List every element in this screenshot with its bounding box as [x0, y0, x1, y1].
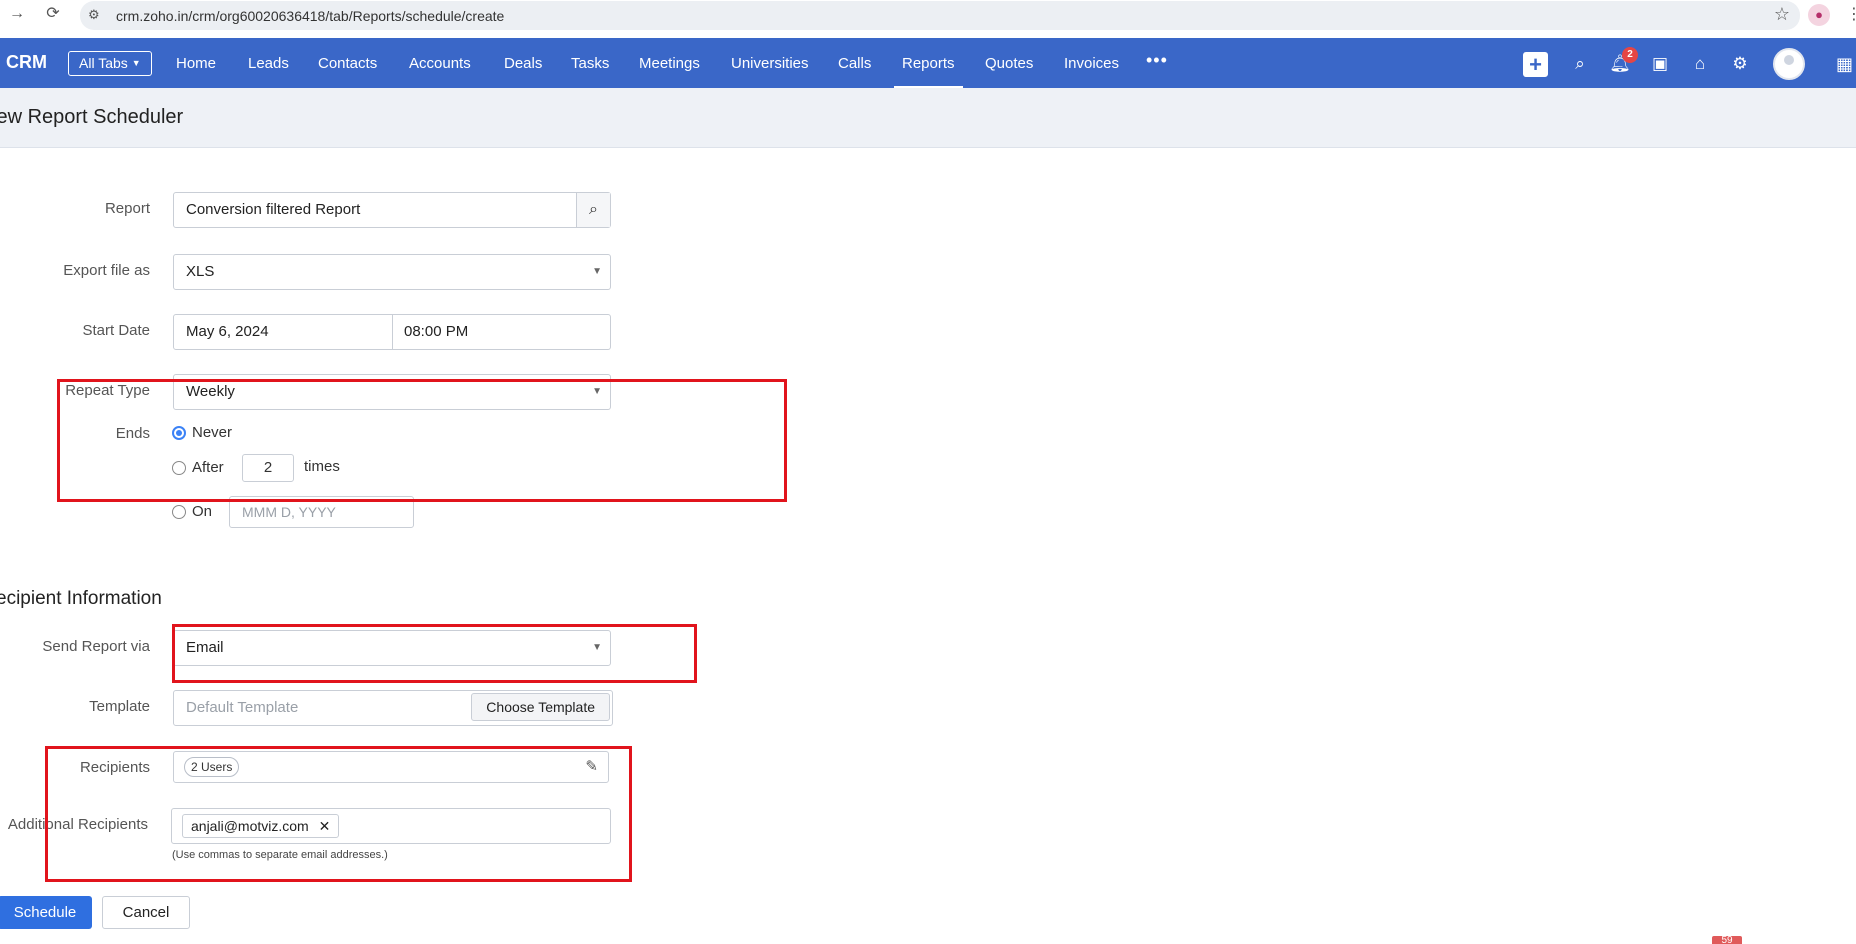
avatar[interactable]	[1773, 48, 1805, 80]
page-title: lew Report Scheduler	[0, 106, 184, 128]
start-date-label: Start Date	[82, 322, 150, 339]
highlight-box-recipients	[45, 746, 632, 882]
tab-meetings[interactable]: Meetings	[639, 55, 700, 72]
marketplace-icon[interactable]: ⌂	[1689, 53, 1711, 75]
profile-icon[interactable]: ●	[1808, 4, 1830, 26]
export-label: Export file as	[63, 262, 150, 279]
tab-deals[interactable]: Deals	[504, 55, 542, 72]
export-format-select[interactable]: XLS ▼	[173, 254, 611, 290]
report-label: Report	[104, 200, 150, 217]
address-bar[interactable]: ⚙ crm.zoho.in/crm/org60020636418/tab/Rep…	[80, 1, 1800, 30]
tab-home[interactable]: Home	[176, 55, 216, 72]
tab-quotes[interactable]: Quotes	[985, 55, 1033, 72]
menu-icon[interactable]: ⋮	[1846, 4, 1856, 24]
apps-grid-icon[interactable]: ▦	[1836, 54, 1853, 75]
brand-logo[interactable]: CRM	[6, 52, 47, 73]
choose-template-button[interactable]: Choose Template	[471, 693, 610, 721]
start-date-field: May 6, 2024 08:00 PM	[173, 314, 611, 350]
highlight-box-send-via	[172, 624, 697, 683]
tab-reports[interactable]: Reports	[894, 55, 962, 89]
report-field[interactable]: Conversion filtered Report ⌕	[173, 192, 611, 228]
ends-on-label[interactable]: On	[192, 503, 212, 520]
tab-universities[interactable]: Universities	[731, 55, 809, 72]
schedule-button[interactable]: Schedule	[0, 896, 92, 929]
browser-toolbar: → ⟳ ⚙ crm.zoho.in/crm/org60020636418/tab…	[0, 0, 1856, 30]
template-placeholder: Default Template	[186, 699, 299, 716]
tab-accounts[interactable]: Accounts	[409, 55, 471, 72]
top-navbar: CRM All Tabs ▼ Home Leads Contacts Accoun…	[0, 38, 1856, 89]
field-divider	[392, 315, 393, 349]
start-date-value[interactable]: May 6, 2024	[186, 323, 269, 340]
forward-icon[interactable]: →	[6, 3, 28, 25]
create-plus-icon[interactable]: +	[1523, 52, 1548, 77]
template-field[interactable]: Default Template Choose Template	[173, 690, 613, 726]
template-label: Template	[89, 698, 150, 715]
send-via-label: Send Report via	[42, 638, 150, 655]
tab-tasks[interactable]: Tasks	[571, 55, 609, 72]
search-icon[interactable]: ⌕	[1569, 53, 1591, 75]
ends-on-radio[interactable]	[172, 505, 186, 519]
gear-icon[interactable]: ⚙	[1729, 53, 1751, 75]
calendar-icon[interactable]: ▣	[1649, 53, 1671, 75]
cancel-button[interactable]: Cancel	[102, 896, 190, 929]
report-value: Conversion filtered Report	[186, 201, 361, 218]
more-tabs-icon[interactable]: •••	[1146, 50, 1168, 71]
all-tabs-button[interactable]: All Tabs ▼	[68, 51, 152, 76]
corner-notification-badge[interactable]: 59	[1712, 936, 1742, 944]
url-text[interactable]: crm.zoho.in/crm/org60020636418/tab/Repor…	[116, 8, 504, 24]
caret-down-icon: ▼	[131, 58, 141, 68]
highlight-box-repeat	[57, 379, 787, 502]
tab-invoices[interactable]: Invoices	[1064, 55, 1119, 72]
caret-down-icon: ▼	[592, 266, 602, 277]
tab-contacts[interactable]: Contacts	[318, 55, 377, 72]
reload-icon[interactable]: ⟳	[42, 3, 64, 25]
all-tabs-label: All Tabs	[79, 55, 128, 71]
report-lookup-icon[interactable]: ⌕	[576, 193, 610, 227]
tab-calls[interactable]: Calls	[838, 55, 871, 72]
page-header: lew Report Scheduler	[0, 88, 1856, 148]
tab-leads[interactable]: Leads	[248, 55, 289, 72]
start-time-value[interactable]: 08:00 PM	[404, 315, 468, 349]
bookmark-star-icon[interactable]: ☆	[1774, 4, 1790, 25]
export-value: XLS	[186, 263, 215, 280]
recipient-section-title: ecipient Information	[0, 588, 162, 609]
site-settings-icon[interactable]: ⚙	[88, 7, 100, 23]
notification-count-badge: 2	[1622, 47, 1638, 63]
